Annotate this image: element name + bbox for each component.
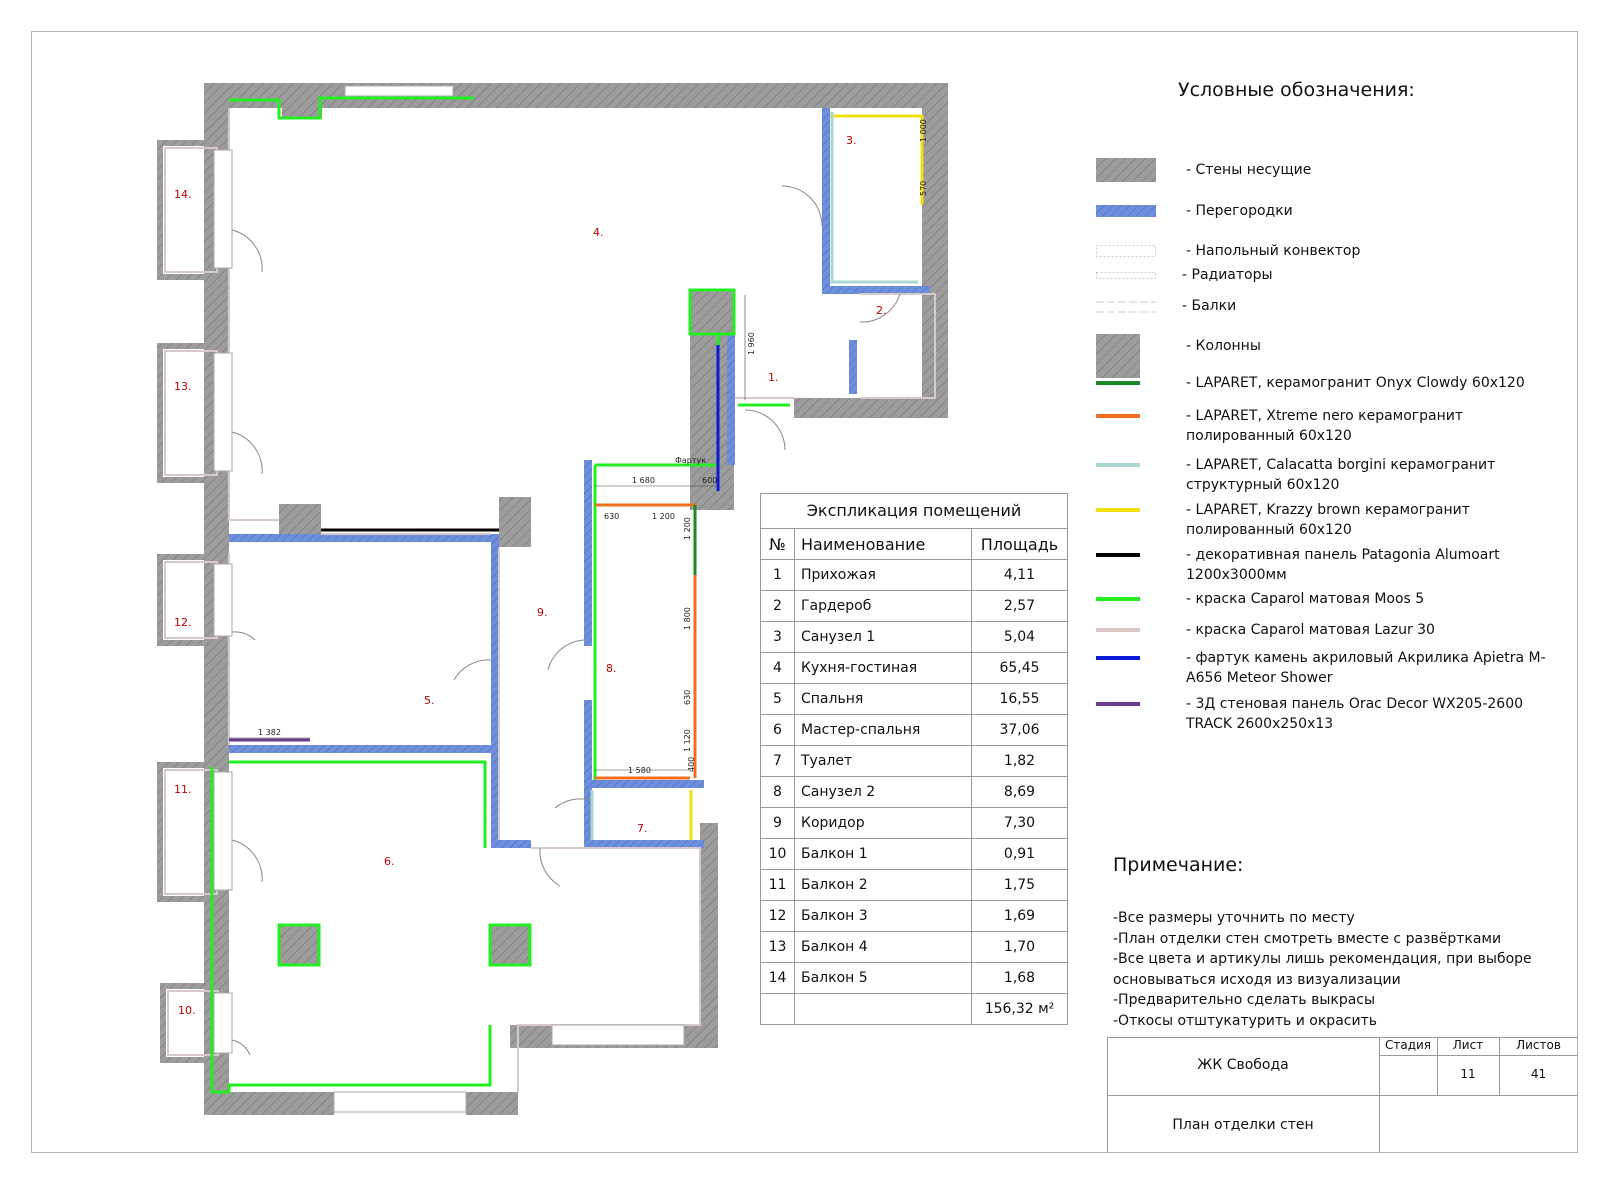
explication-body: 1 Прихожая 4,11 2 Гардероб 2,57 3 Санузел 1 5,… — [760, 559, 1068, 1025]
note-line: -План отделки стен смотреть вместе с раз… — [1113, 930, 1502, 947]
room-label-11: 11. — [174, 783, 192, 796]
table-row: 14 Балкон 5 1,68 — [760, 962, 1068, 994]
svg-text:1 200: 1 200 — [683, 517, 692, 540]
sheets-label: Листов — [1516, 1038, 1561, 1052]
column-swatch — [1096, 334, 1140, 378]
columns — [277, 288, 736, 967]
sheet-value: 11 — [1460, 1067, 1476, 1081]
svg-text:630: 630 — [683, 690, 692, 705]
note-line: -Все размеры уточнить по месту — [1113, 910, 1355, 926]
title-block: ЖК Свобода План отделки стен Стадия Лист… — [1107, 1037, 1578, 1153]
svg-text:1 960: 1 960 — [747, 332, 756, 355]
table-row: 5 Спальня 16,55 — [760, 683, 1068, 715]
svg-text:1 120: 1 120 — [683, 729, 692, 752]
table-total-row: 156,32 м² — [760, 993, 1068, 1025]
table-row: 11 Балкон 2 1,75 — [760, 869, 1068, 901]
table-row: 4 Кухня-гостиная 65,45 — [760, 652, 1068, 684]
room-label-6: 6. — [384, 855, 395, 868]
svg-text:570: 570 — [919, 181, 928, 196]
col-name-header: Наименование — [794, 528, 972, 560]
svg-text:1 000: 1 000 — [919, 119, 928, 142]
room-label-8: 8. — [606, 662, 617, 675]
room-label-4: 4. — [593, 226, 604, 239]
col-area-header: Площадь — [971, 528, 1068, 560]
table-row: 13 Балкон 4 1,70 — [760, 931, 1068, 963]
moos5-swatch — [1096, 597, 1140, 601]
legend-title: Условные обозначения: — [1178, 79, 1415, 101]
table-row: 3 Санузел 1 5,04 — [760, 621, 1068, 653]
room-label-1: 1. — [768, 371, 779, 384]
room-label-7: 7. — [637, 822, 648, 835]
table-row: 12 Балкон 3 1,69 — [760, 900, 1068, 932]
table-row: 2 Гардероб 2,57 — [760, 590, 1068, 622]
room-label-9: 9. — [537, 606, 548, 619]
room-label-3: 3. — [846, 134, 857, 147]
room-label-14: 14. — [174, 188, 192, 201]
svg-text:600: 600 — [702, 476, 717, 485]
svg-text:1 382: 1 382 — [258, 728, 281, 737]
notes-list: -Все размеры уточнить по месту -План отд… — [1113, 908, 1532, 1031]
sheet-label: Лист — [1452, 1038, 1484, 1052]
explication-table: Экспликация помещений № Наименование Пло… — [760, 493, 1068, 1025]
note-line: -Откосы отштукатурить и окрасить — [1113, 1012, 1377, 1029]
table-row: 7 Туалет 1,82 — [760, 745, 1068, 777]
orac-swatch — [1096, 702, 1140, 706]
table-row: 1 Прихожая 4,11 — [760, 559, 1068, 591]
sheets-value: 41 — [1530, 1067, 1547, 1081]
room-label-5: 5. — [424, 694, 435, 707]
total-area: 156,32 м² — [971, 993, 1068, 1025]
svg-text:Фартук: Фартук — [675, 456, 706, 465]
room-label-10: 10. — [178, 1004, 196, 1017]
table-row: 9 Коридор 7,30 — [760, 807, 1068, 839]
calacatta-swatch — [1096, 463, 1140, 467]
room-label-2: 2. — [876, 304, 887, 317]
svg-text:1 800: 1 800 — [683, 607, 692, 630]
svg-text:1 680: 1 680 — [632, 476, 655, 485]
beam-swatch — [1096, 301, 1156, 313]
note-line: -Предварительно сделать выкрасы — [1113, 992, 1376, 1008]
note-line: -Все цвета и артикулы лишь рекомендация,… — [1113, 951, 1532, 967]
onyx-swatch — [1096, 381, 1140, 385]
radiator-swatch — [1096, 272, 1156, 279]
bearing-wall-swatch — [1096, 158, 1156, 182]
xtreme-swatch — [1096, 414, 1140, 418]
room-label-13: 13. — [174, 380, 192, 393]
sheet-title: План отделки стен — [1172, 1117, 1314, 1133]
col-number-header: № — [760, 528, 795, 560]
project-name: ЖК Свобода — [1197, 1057, 1289, 1073]
explication-title: Экспликация помещений — [760, 493, 1068, 528]
table-row: 10 Балкон 1 0,91 — [760, 838, 1068, 870]
svg-text:1 200: 1 200 — [652, 512, 675, 521]
convector-swatch — [1096, 245, 1156, 257]
patagonia-swatch — [1096, 553, 1140, 557]
room-label-12: 12. — [174, 616, 192, 629]
krazzy-swatch — [1096, 508, 1140, 512]
stage-label: Стадия — [1384, 1038, 1432, 1052]
svg-text:630: 630 — [604, 512, 619, 521]
svg-text:1 580: 1 580 — [628, 766, 651, 775]
table-row: 8 Санузел 2 8,69 — [760, 776, 1068, 808]
table-row: 6 Мастер-спальня 37,06 — [760, 714, 1068, 746]
apietra-swatch — [1096, 656, 1140, 660]
partition-swatch — [1096, 205, 1156, 217]
lazur-swatch — [1096, 628, 1140, 632]
explication-header-row: № Наименование Площадь — [760, 528, 1068, 560]
note-line: основываться исходя из визуализации — [1113, 971, 1401, 988]
notes-title: Примечание: — [1113, 854, 1244, 876]
